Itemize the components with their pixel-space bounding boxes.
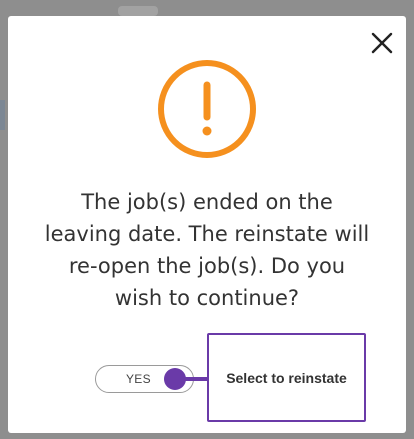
dialog-message: The job(s) ended on the leaving date. Th…: [44, 190, 370, 310]
confirmation-dialog: The job(s) ended on the leaving date. Th…: [8, 16, 406, 433]
toggle-label: YES: [126, 372, 151, 386]
reinstate-tooltip: Select to reinstate: [207, 333, 366, 422]
tooltip-connector: [180, 377, 208, 381]
background-content: [0, 100, 5, 130]
tooltip-text: Select to reinstate: [226, 369, 347, 386]
background-content: [118, 6, 158, 16]
close-button[interactable]: [370, 31, 394, 55]
close-icon: [371, 32, 393, 54]
exclamation-circle-icon: [157, 59, 257, 159]
